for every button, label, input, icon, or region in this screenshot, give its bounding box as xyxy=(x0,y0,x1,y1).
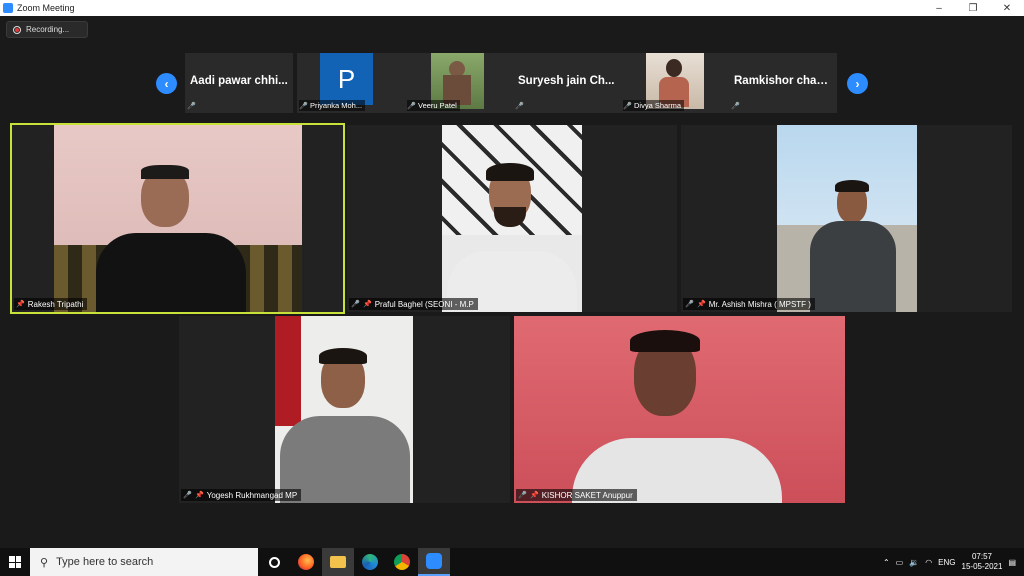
participant-label: 🎤 Veeru Patel xyxy=(407,100,460,111)
chevron-right-icon: › xyxy=(855,76,860,91)
zoom-app-icon xyxy=(3,3,13,13)
participant-name: Suryesh jain Ch... xyxy=(518,75,615,87)
pin-icon: 📌 xyxy=(530,492,539,499)
video-tile-active-speaker[interactable]: 📌 Rakesh Tripathi xyxy=(10,123,345,314)
chrome-taskbar-button[interactable] xyxy=(386,548,418,576)
edge-taskbar-button[interactable] xyxy=(354,548,386,576)
system-tray: ⌃ ▭ 🔉 ◠ ENG 07:57 15-05-2021 ▤ xyxy=(883,548,1024,576)
recording-indicator[interactable]: Recording... xyxy=(6,21,88,38)
title-bar: Zoom Meeting – ❐ ✕ xyxy=(0,0,1024,16)
participant-label: 🎤 Divya Sharma xyxy=(623,100,685,111)
wifi-icon[interactable]: ◠ xyxy=(925,558,932,567)
participant-label: 🎤 📌 Mr. Ashish Mishra ( MPSTF ) xyxy=(683,298,815,310)
participant-status: 🎤 xyxy=(515,100,527,111)
mic-muted-icon: 🎤 xyxy=(731,102,740,110)
participant-name: Ramkishor chau... xyxy=(734,75,832,87)
participant-name: Divya Sharma xyxy=(634,101,682,110)
pin-icon: 📌 xyxy=(16,301,25,308)
participant-name: KISHOR SAKET Anuppur xyxy=(541,490,633,500)
thumb-participant[interactable]: 🎤 Divya Sharma xyxy=(621,53,729,113)
participant-video xyxy=(514,316,845,503)
clock-time: 07:57 xyxy=(971,552,992,561)
restore-button[interactable]: ❐ xyxy=(956,0,990,16)
firefox-taskbar-button[interactable] xyxy=(290,548,322,576)
participant-video xyxy=(777,125,917,312)
participant-label: 🎤 📌 Praful Baghel (SEONI - M.P xyxy=(349,298,478,310)
mic-muted-icon: 🎤 xyxy=(407,102,416,110)
participant-label: 🎤 Priyanka Moh... xyxy=(299,100,366,111)
taskbar-search[interactable]: ⚲ Type here to search xyxy=(30,548,258,576)
participant-label: 🎤 📌 KISHOR SAKET Anuppur xyxy=(516,489,637,501)
task-view-button[interactable] xyxy=(258,548,290,576)
video-tile[interactable]: 🎤 📌 KISHOR SAKET Anuppur xyxy=(514,316,845,503)
pin-icon: 📌 xyxy=(363,301,372,308)
notifications-icon[interactable]: ▤ xyxy=(1008,558,1016,567)
participant-name: Praful Baghel (SEONI - M.P xyxy=(374,299,474,309)
clock[interactable]: 07:57 15-05-2021 xyxy=(962,552,1003,572)
volume-icon[interactable]: 🔉 xyxy=(909,558,919,567)
strip-prev-button[interactable]: ‹ xyxy=(156,73,177,94)
avatar-initial: P xyxy=(337,63,356,94)
thumb-participant[interactable]: 🎤 Veeru Patel xyxy=(405,53,513,113)
participant-name: Aadi pawar chhi... xyxy=(190,75,288,87)
participant-status: 🎤 xyxy=(187,100,199,111)
start-button[interactable] xyxy=(0,548,30,576)
edge-icon xyxy=(362,554,378,570)
pin-icon: 📌 xyxy=(697,301,706,308)
strip-next-button[interactable]: › xyxy=(847,73,868,94)
file-explorer-taskbar-button[interactable] xyxy=(322,548,354,576)
firefox-icon xyxy=(298,554,314,570)
recording-label: Recording... xyxy=(26,25,70,34)
video-tile[interactable]: 🎤 📌 Yogesh Rukhmangad MP xyxy=(179,316,510,503)
windows-taskbar: ⚲ Type here to search ⌃ ▭ 🔉 ◠ ENG 07:57 … xyxy=(0,548,1024,576)
mic-muted-icon: 🎤 xyxy=(518,492,527,499)
window-title: Zoom Meeting xyxy=(17,3,75,13)
chevron-up-icon[interactable]: ⌃ xyxy=(883,558,890,567)
mic-muted-icon: 🎤 xyxy=(623,102,632,110)
meeting-area: Recording... ‹ Aadi pawar chhi... 🎤 P 🎤 … xyxy=(0,16,1024,548)
participant-video xyxy=(275,316,413,503)
participant-label: 🎤 📌 Yogesh Rukhmangad MP xyxy=(181,489,302,501)
zoom-icon xyxy=(426,553,442,569)
participant-name: Mr. Ashish Mishra ( MPSTF ) xyxy=(708,299,811,309)
participant-video xyxy=(54,125,302,312)
participant-name: Veeru Patel xyxy=(418,101,457,110)
participant-name: Rakesh Tripathi xyxy=(27,299,84,309)
search-placeholder: Type here to search xyxy=(56,556,154,568)
close-button[interactable]: ✕ xyxy=(990,0,1024,16)
thumb-participant[interactable]: Suryesh jain Ch... 🎤 xyxy=(513,53,621,113)
thumb-participant[interactable]: Ramkishor chau... 🎤 xyxy=(729,53,837,113)
avatar: P xyxy=(320,53,373,105)
zoom-taskbar-button[interactable] xyxy=(418,548,450,576)
battery-icon[interactable]: ▭ xyxy=(896,558,904,567)
chevron-left-icon: ‹ xyxy=(164,76,169,91)
participant-name: Priyanka Moh... xyxy=(310,101,363,110)
windows-logo-icon xyxy=(9,556,21,568)
search-icon: ⚲ xyxy=(40,556,49,569)
clock-date: 15-05-2021 xyxy=(961,562,1003,571)
mic-muted-icon: 🎤 xyxy=(351,301,360,308)
video-tile[interactable]: 🎤 📌 Praful Baghel (SEONI - M.P xyxy=(347,125,677,312)
mic-muted-icon: 🎤 xyxy=(515,102,524,110)
participant-status: 🎤 xyxy=(731,100,743,111)
thumb-participant[interactable]: Aadi pawar chhi... 🎤 xyxy=(185,53,293,113)
mic-muted-icon: 🎤 xyxy=(299,102,308,110)
folder-icon xyxy=(330,556,346,568)
language-indicator[interactable]: ENG xyxy=(938,558,955,567)
participant-label: 📌 Rakesh Tripathi xyxy=(14,298,88,310)
mic-muted-icon: 🎤 xyxy=(187,102,196,110)
minimize-button[interactable]: – xyxy=(922,0,956,16)
record-icon xyxy=(13,25,21,34)
pin-icon: 📌 xyxy=(195,492,204,499)
participant-video xyxy=(442,125,582,312)
chrome-icon xyxy=(394,554,410,570)
task-view-icon xyxy=(268,556,280,568)
mic-muted-icon: 🎤 xyxy=(183,492,192,499)
participant-name: Yogesh Rukhmangad MP xyxy=(206,490,298,500)
mic-muted-icon: 🎤 xyxy=(685,301,694,308)
video-tile[interactable]: 🎤 📌 Mr. Ashish Mishra ( MPSTF ) xyxy=(681,125,1012,312)
thumb-participant[interactable]: P 🎤 Priyanka Moh... xyxy=(297,53,405,113)
